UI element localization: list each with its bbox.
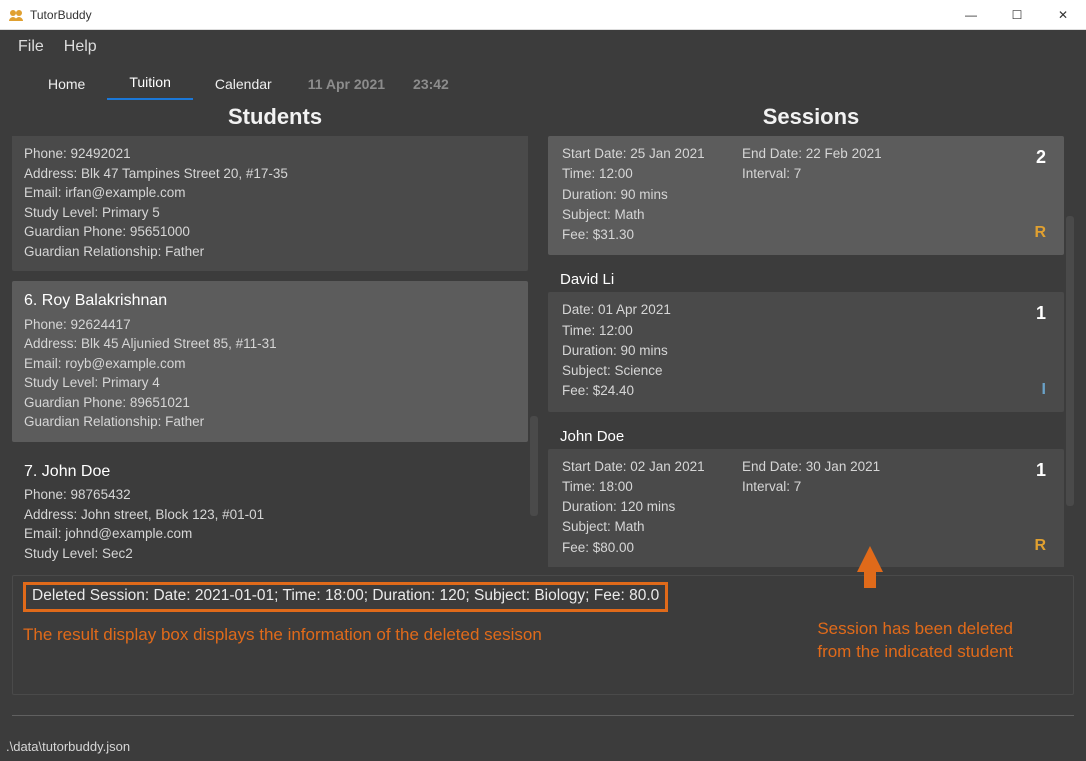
session-fee: Fee: $24.40 [562, 381, 742, 401]
annotation-right-line2: from the indicated student [817, 641, 1013, 664]
session-subject: Subject: Math [562, 517, 742, 537]
sessions-panel: Sessions Start Date: 25 Jan 2021 End Dat… [548, 100, 1074, 567]
app-icon [8, 7, 24, 23]
session-start: Start Date: 02 Jan 2021 [562, 457, 742, 477]
session-duration: Duration: 120 mins [562, 497, 742, 517]
session-count: 1 [1036, 300, 1046, 327]
session-fee: Fee: $31.30 [562, 225, 742, 245]
sessions-list[interactable]: Start Date: 25 Jan 2021 End Date: 22 Feb… [548, 136, 1064, 567]
students-header: Students [12, 104, 538, 130]
session-subject: Subject: Math [562, 205, 742, 225]
session-card[interactable]: Start Date: 02 Jan 2021 End Date: 30 Jan… [548, 449, 1064, 568]
session-time: Time: 12:00 [562, 321, 742, 341]
app-frame: File Help Home Tuition Calendar 11 Apr 2… [0, 30, 1086, 761]
session-student-name: David Li [548, 265, 1064, 290]
menu-file[interactable]: File [18, 38, 44, 56]
window-titlebar: TutorBuddy — ☐ ✕ [0, 0, 1086, 30]
annotation-arrow-icon [857, 546, 883, 572]
student-card[interactable]: Phone: 92492021 Address: Blk 47 Tampines… [12, 136, 528, 271]
student-phone: Phone: 92624417 [24, 315, 516, 335]
session-card[interactable]: Start Date: 25 Jan 2021 End Date: 22 Feb… [548, 136, 1064, 255]
student-heading: 6. Roy Balakrishnan [24, 289, 516, 312]
student-heading: 7. John Doe [24, 460, 516, 483]
student-address: Address: Blk 45 Aljunied Street 85, #11-… [24, 334, 516, 354]
student-guardian-phone: Guardian Phone: 89651021 [24, 393, 516, 413]
sessions-scrollbar[interactable] [1066, 216, 1074, 506]
sessions-list-wrap: Start Date: 25 Jan 2021 End Date: 22 Feb… [548, 136, 1074, 567]
student-card[interactable]: 7. John Doe Phone: 98765432 Address: Joh… [12, 452, 528, 567]
student-phone: Phone: 92492021 [24, 144, 516, 164]
window-maximize-button[interactable]: ☐ [994, 0, 1040, 30]
status-path: .\data\tutorbuddy.json [6, 739, 130, 754]
student-email: Email: royb@example.com [24, 354, 516, 374]
command-input[interactable] [12, 715, 1074, 737]
student-guardian-phone: Guardian Phone: 95651000 [24, 222, 516, 242]
student-level: Study Level: Primary 4 [24, 373, 516, 393]
session-time: Time: 12:00 [562, 164, 742, 184]
annotation-right: Session has been deleted from the indica… [817, 618, 1013, 664]
student-email: Email: johnd@example.com [24, 524, 516, 544]
session-time: Time: 18:00 [562, 477, 742, 497]
window-title: TutorBuddy [30, 8, 948, 22]
tab-bar: Home Tuition Calendar 11 Apr 2021 23:42 [0, 64, 1086, 100]
result-display: Deleted Session: Date: 2021-01-01; Time:… [12, 575, 1074, 695]
session-start: Start Date: 25 Jan 2021 [562, 144, 742, 164]
menu-help[interactable]: Help [64, 38, 97, 56]
session-flag-recurring: R [1034, 534, 1046, 558]
annotation-right-line1: Session has been deleted [817, 618, 1013, 641]
students-panel: Students Phone: 92492021 Address: Blk 47… [12, 100, 538, 567]
tab-tuition[interactable]: Tuition [107, 66, 193, 100]
tab-home[interactable]: Home [26, 68, 107, 100]
students-scrollbar[interactable] [530, 416, 538, 516]
header-date: 11 Apr 2021 [294, 68, 399, 100]
session-fee: Fee: $80.00 [562, 538, 742, 558]
annotation-left: The result display box displays the info… [23, 624, 542, 647]
student-guardian-phone: Guardian Phone: 95421323 [24, 563, 516, 567]
student-phone: Phone: 98765432 [24, 485, 516, 505]
student-email: Email: irfan@example.com [24, 183, 516, 203]
menu-bar: File Help [0, 30, 1086, 64]
session-interval: Interval: 7 [742, 164, 912, 184]
minimize-icon: — [965, 8, 977, 22]
student-level: Study Level: Primary 5 [24, 203, 516, 223]
maximize-icon: ☐ [1012, 8, 1023, 22]
students-list-wrap: Phone: 92492021 Address: Blk 47 Tampines… [12, 136, 538, 567]
status-bar: .\data\tutorbuddy.json [0, 737, 1086, 761]
student-address: Address: John street, Block 123, #01-01 [24, 505, 516, 525]
annotation-arrow-stem [864, 570, 876, 588]
session-duration: Duration: 90 mins [562, 341, 742, 361]
session-card[interactable]: Date: 01 Apr 2021 1 I Time: 12:00 Durati… [548, 292, 1064, 411]
student-guardian-rel: Guardian Relationship: Father [24, 412, 516, 432]
result-text: Deleted Session: Date: 2021-01-01; Time:… [23, 582, 668, 612]
session-end: End Date: 30 Jan 2021 [742, 457, 912, 477]
sessions-header: Sessions [548, 104, 1074, 130]
session-date: Date: 01 Apr 2021 [562, 300, 742, 320]
window-minimize-button[interactable]: — [948, 0, 994, 30]
students-list[interactable]: Phone: 92492021 Address: Blk 47 Tampines… [12, 136, 528, 567]
close-icon: ✕ [1058, 8, 1068, 22]
session-subject: Subject: Science [562, 361, 742, 381]
session-duration: Duration: 90 mins [562, 185, 742, 205]
session-count: 2 [1036, 144, 1046, 171]
tab-calendar[interactable]: Calendar [193, 68, 294, 100]
window-close-button[interactable]: ✕ [1040, 0, 1086, 30]
session-interval: Interval: 7 [742, 477, 912, 497]
student-level: Study Level: Sec2 [24, 544, 516, 564]
session-flag-individual: I [1042, 378, 1046, 402]
header-time: 23:42 [399, 68, 463, 100]
student-guardian-rel: Guardian Relationship: Father [24, 242, 516, 262]
session-student-name: John Doe [548, 422, 1064, 447]
session-flag-recurring: R [1034, 221, 1046, 245]
main-area: Students Phone: 92492021 Address: Blk 47… [0, 100, 1086, 567]
session-count: 1 [1036, 457, 1046, 484]
student-address: Address: Blk 47 Tampines Street 20, #17-… [24, 164, 516, 184]
session-end: End Date: 22 Feb 2021 [742, 144, 912, 164]
student-card[interactable]: 6. Roy Balakrishnan Phone: 92624417 Addr… [12, 281, 528, 442]
